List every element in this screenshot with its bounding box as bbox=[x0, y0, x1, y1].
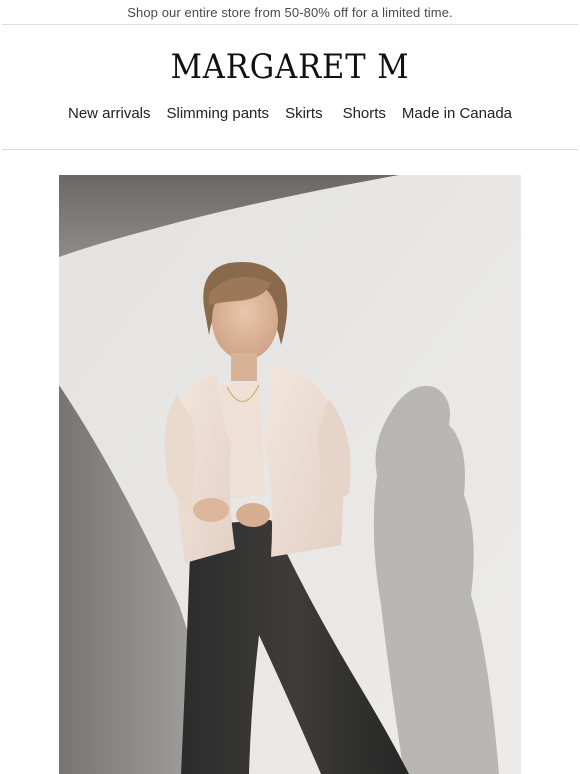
announcement-text: Shop our entire store from 50-80% off fo… bbox=[127, 4, 453, 20]
nav-item-shorts[interactable]: Shorts bbox=[335, 105, 394, 122]
nav-item-made-in-canada[interactable]: Made in Canada bbox=[394, 105, 520, 122]
hero-image[interactable] bbox=[59, 175, 521, 774]
announcement-bar: Shop our entire store from 50-80% off fo… bbox=[0, 0, 580, 24]
nav-item-skirts[interactable]: Skirts bbox=[277, 105, 331, 122]
hero-model-illustration bbox=[59, 175, 521, 774]
nav-item-slimming-pants[interactable]: Slimming pants bbox=[159, 105, 278, 122]
nav-item-new-arrivals[interactable]: New arrivals bbox=[60, 105, 159, 122]
brand-logo[interactable]: MARGARET M bbox=[29, 47, 551, 87]
header-divider bbox=[2, 149, 578, 150]
site-header: MARGARET M New arrivals Slimming pants S… bbox=[0, 25, 580, 149]
main-nav: New arrivals Slimming pants Skirts Short… bbox=[0, 105, 580, 122]
